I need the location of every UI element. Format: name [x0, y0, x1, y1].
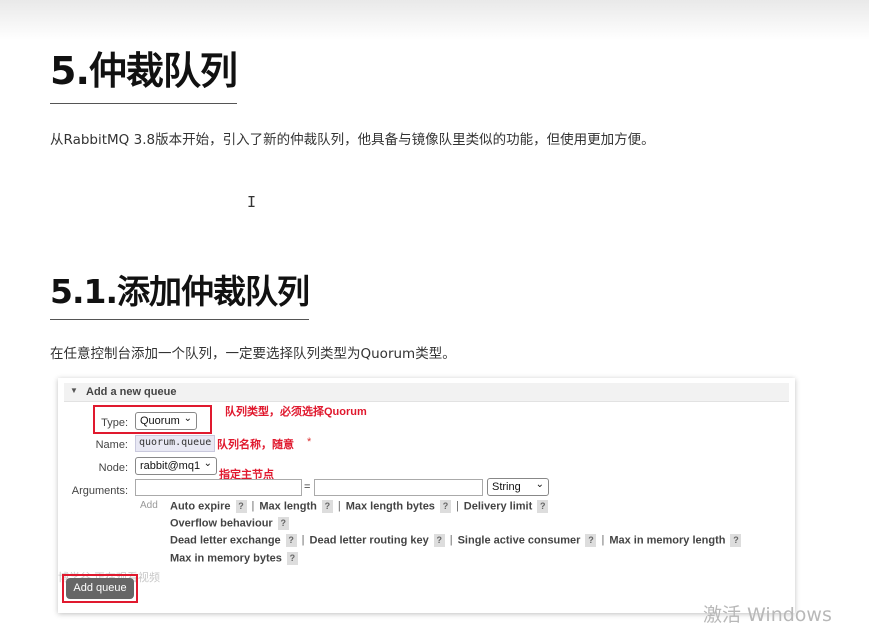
option-max-length[interactable]: Max length	[259, 500, 316, 512]
name-label: Name:	[95, 439, 128, 451]
help-icon[interactable]: ?	[433, 534, 445, 547]
add-queue-button[interactable]: Add queue	[66, 578, 134, 599]
activate-windows-watermark: 激活 Windows	[703, 604, 832, 626]
name-annotation: 队列名称，随意	[217, 439, 294, 451]
option-dead-letter-exchange[interactable]: Dead letter exchange	[170, 534, 281, 546]
equals-sign: =	[304, 481, 311, 493]
node-label: Node:	[98, 462, 128, 474]
help-icon[interactable]: ?	[285, 534, 297, 547]
type-select[interactable]: Quorum ⌄	[135, 412, 197, 430]
option-delivery-limit[interactable]: Delivery limit	[464, 500, 532, 512]
help-icon[interactable]: ?	[730, 534, 742, 547]
help-icon[interactable]: ?	[321, 500, 333, 513]
help-icon[interactable]: ?	[537, 500, 549, 513]
argument-type-select[interactable]: String ⌄	[487, 478, 549, 496]
help-icon[interactable]: ?	[286, 552, 298, 565]
argument-key-input[interactable]	[135, 479, 302, 496]
heading-quorum-queue: 5.仲裁队列	[50, 40, 238, 104]
type-select-value: Quorum	[140, 415, 180, 427]
options-row-1: Auto expire? | Max length? | Max length byte…	[170, 500, 549, 513]
top-shade	[0, 0, 869, 40]
option-auto-expire[interactable]: Auto expire	[170, 500, 231, 512]
option-max-in-memory-length[interactable]: Max in memory length	[609, 534, 725, 546]
arguments-label: Arguments:	[71, 485, 128, 497]
collapse-triangle-icon[interactable]: ▼	[70, 386, 78, 395]
argument-value-input[interactable]	[314, 479, 483, 496]
chevron-down-icon: ⌄	[203, 458, 212, 469]
node-select-value: rabbit@mq1	[140, 460, 201, 472]
queue-name-input[interactable]: quorum.queue	[135, 435, 215, 452]
intro-paragraph: 从RabbitMQ 3.8版本开始，引入了新的仲裁队列，他具备与镜像队里类似的功…	[50, 132, 655, 148]
help-icon[interactable]: ?	[235, 500, 247, 513]
help-icon[interactable]: ?	[585, 534, 597, 547]
argument-type-value: String	[492, 481, 521, 493]
help-icon[interactable]: ?	[439, 500, 451, 513]
required-marker: *	[307, 436, 312, 448]
option-overflow-behaviour[interactable]: Overflow behaviour	[170, 517, 273, 529]
option-max-in-memory-bytes[interactable]: Max in memory bytes	[170, 552, 282, 564]
heading-add-quorum-queue: 5.1.添加仲裁队列	[50, 265, 310, 320]
chevron-down-icon: ⌄	[183, 413, 192, 424]
text-cursor-icon: I	[247, 193, 257, 211]
panel-header[interactable]: ▼ Add a new queue	[64, 383, 789, 402]
panel-title: Add a new queue	[86, 386, 177, 398]
instruction-paragraph: 在任意控制台添加一个队列，一定要选择队列类型为Quorum类型。	[50, 346, 456, 362]
option-max-length-bytes[interactable]: Max length bytes	[346, 500, 435, 512]
help-icon[interactable]: ?	[277, 517, 289, 530]
option-dead-letter-routing-key[interactable]: Dead letter routing key	[310, 534, 429, 546]
option-single-active-consumer[interactable]: Single active consumer	[458, 534, 581, 546]
node-select[interactable]: rabbit@mq1 ⌄	[135, 457, 217, 475]
options-row-4: Max in memory bytes?	[170, 552, 298, 565]
options-row-3: Dead letter exchange? | Dead letter routin…	[170, 534, 742, 547]
type-label: Type:	[101, 417, 128, 429]
add-argument-link[interactable]: Add	[140, 500, 158, 511]
type-annotation: 队列类型，必须选择Quorum	[225, 406, 367, 418]
add-queue-panel-screenshot: ▼ Add a new queue Type: Quorum ⌄ 队列类型，必须…	[58, 378, 795, 613]
chevron-down-icon: ⌄	[535, 479, 544, 490]
options-row-2: Overflow behaviour?	[170, 517, 289, 530]
